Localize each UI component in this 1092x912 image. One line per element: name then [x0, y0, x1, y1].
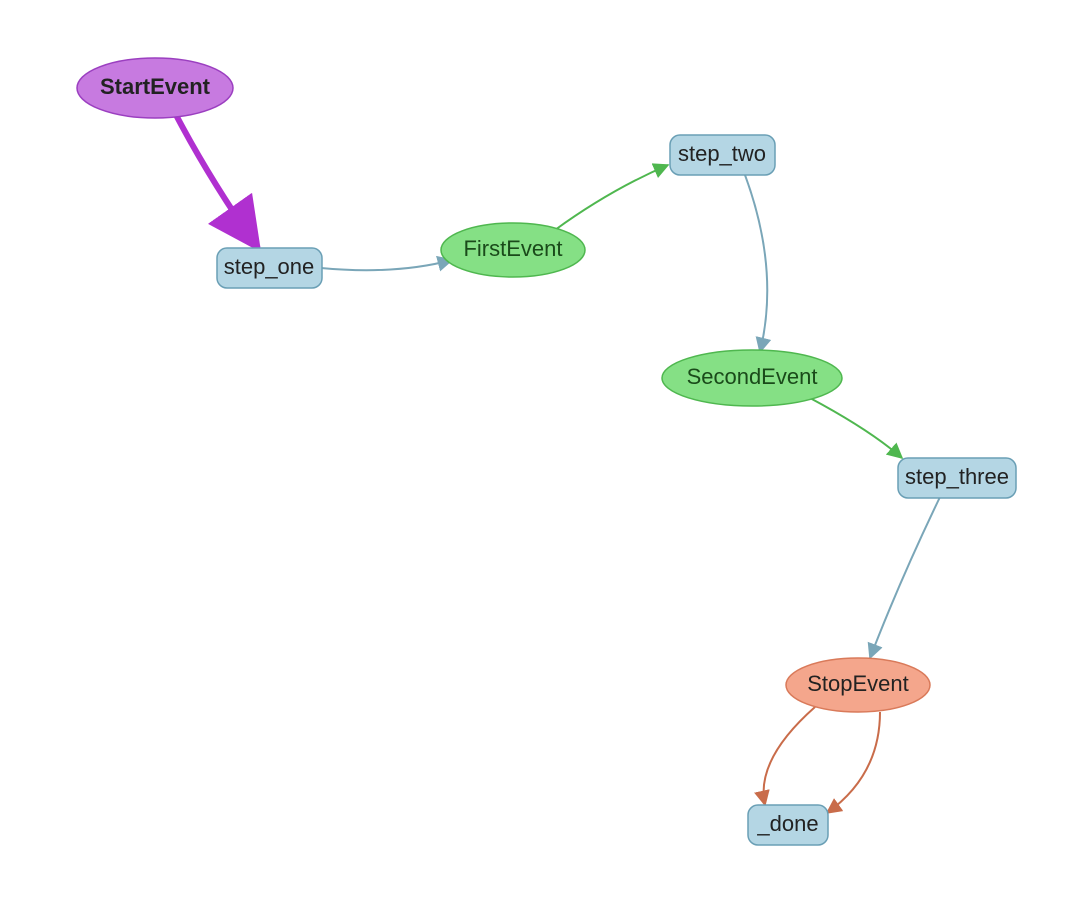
edge-step-two-to-second-event: [745, 175, 767, 352]
step-one-label: step_one: [224, 254, 315, 279]
node-step-two[interactable]: step_two: [670, 135, 775, 175]
edge-stop-event-to-done-left: [764, 707, 815, 805]
edge-first-event-to-step-two: [555, 165, 668, 230]
edge-step-three-to-stop-event: [870, 497, 940, 658]
node-start-event[interactable]: StartEvent: [77, 58, 233, 118]
edge-second-event-to-step-three: [810, 398, 902, 458]
node-step-three[interactable]: step_three: [898, 458, 1016, 498]
done-label: _done: [756, 811, 818, 836]
edge-step-one-to-first-event: [321, 260, 452, 270]
node-step-one[interactable]: step_one: [217, 248, 322, 288]
edge-stop-event-to-done-right: [827, 712, 880, 813]
start-event-label: StartEvent: [100, 74, 211, 99]
step-three-label: step_three: [905, 464, 1009, 489]
workflow-diagram: StartEvent step_one FirstEvent step_two …: [0, 0, 1092, 912]
step-two-label: step_two: [678, 141, 766, 166]
node-done[interactable]: _done: [748, 805, 828, 845]
node-second-event[interactable]: SecondEvent: [662, 350, 842, 406]
stop-event-label: StopEvent: [807, 671, 909, 696]
first-event-label: FirstEvent: [463, 236, 562, 261]
node-stop-event[interactable]: StopEvent: [786, 658, 930, 712]
node-first-event[interactable]: FirstEvent: [441, 223, 585, 277]
edge-start-to-step-one: [175, 113, 258, 248]
second-event-label: SecondEvent: [687, 364, 818, 389]
